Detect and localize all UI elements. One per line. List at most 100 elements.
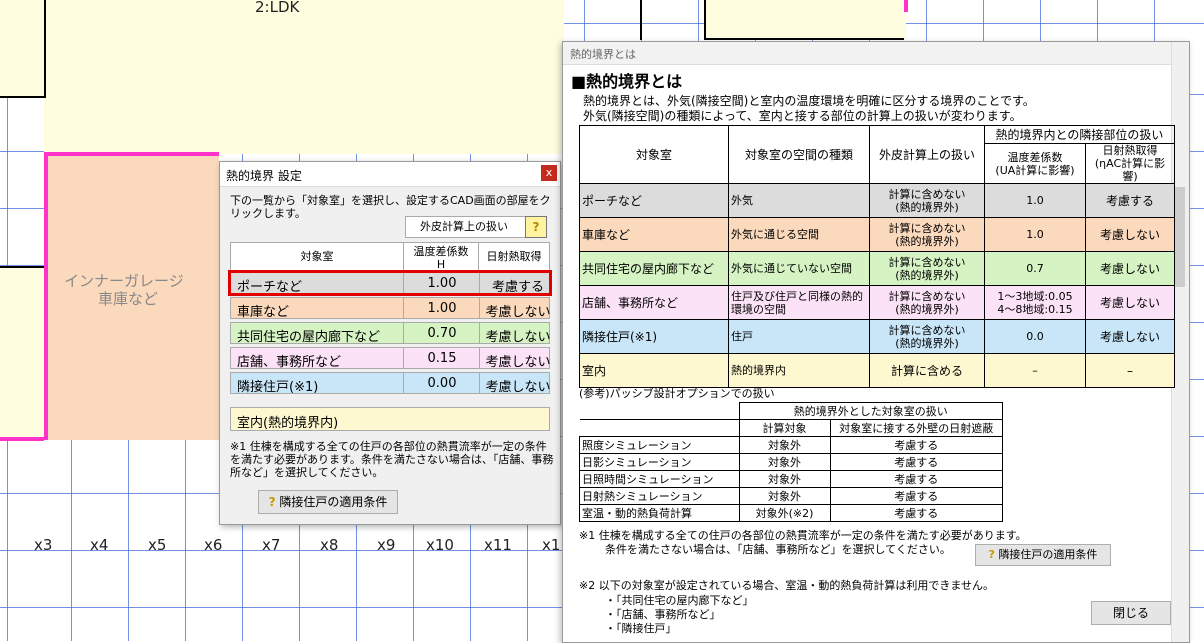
cell-space: 外気に通じていない空間 — [728, 251, 870, 286]
adjacent-conditions-button[interactable]: ? 隣接住戸の適用条件 — [258, 490, 398, 514]
room-type-solar: 考慮しない — [485, 355, 551, 370]
outer-calc-label: 外皮計算上の扱い — [405, 216, 535, 238]
th-outer-calc: 外皮計算上の扱い — [869, 125, 985, 184]
col-header-room-label: 対象室 — [300, 250, 334, 263]
ref-cell-target: 対象外 — [738, 487, 831, 505]
wall — [704, 38, 904, 40]
help-button[interactable]: ? — [525, 216, 547, 238]
cell-calc-1: 計算に含めない — [888, 187, 966, 201]
col-header-temp-coef: 温度差係数 H — [403, 242, 479, 272]
cell-divider — [403, 273, 404, 293]
cell-solar: 考慮しない — [1085, 217, 1175, 252]
room-right-top[interactable] — [706, 0, 906, 40]
boundary-table: 対象室 対象室の空間の種類 外皮計算上の扱い 熱的境界内との隣接部位の扱い 温度… — [579, 125, 1175, 388]
room-type-row[interactable]: 隣接住戸(※1) 0.00 考慮しない — [230, 372, 551, 395]
ref-wall-solar-header: 対象室に接する外壁の日射遮蔽 — [829, 419, 1003, 437]
ref-title: (参考)パッシブ設計オプションでの扱い — [579, 387, 775, 400]
ref-cell-name: 日照時間シミュレーション — [579, 470, 740, 488]
info-titlebar[interactable]: 熱的境界とは — [563, 42, 1189, 65]
boundary-row: 店舗、事務所など 住戸及び住戸と同様の熱的環境の空間 計算に含めない (熱的境界外) 1… — [579, 285, 1175, 320]
th-space-type: 対象室の空間の種類 — [728, 125, 870, 184]
boundary-row: 隣接住戸(※1) 住戸 計算に含めない (熱的境界外) 0.0 考慮しない — [579, 319, 1175, 354]
garage-label-2: 車庫など — [98, 290, 159, 308]
room-label-ldk: 2:LDK — [255, 0, 300, 16]
adjacent-note: ※1 住棟を構成する全ての住戸の各部位の熱貫流率が一定の条件を満たす必要がありま… — [230, 440, 554, 479]
reference-row: 照度シミュレーション 対象外 考慮する — [579, 436, 1003, 454]
cell-room: ポーチなど — [579, 183, 729, 218]
boundary-row: 共同住宅の屋内廊下など 外気に通じていない空間 計算に含めない (熱的境界外) 0.7 考… — [579, 251, 1175, 286]
cell-space: 熱的境界内 — [728, 353, 870, 388]
cell-solar: 考慮しない — [1085, 285, 1175, 320]
room-type-row[interactable]: ポーチなど 1.00 考慮する — [228, 270, 552, 296]
cell-divider — [479, 323, 480, 343]
ref-cell-name: 照度シミュレーション — [579, 436, 740, 454]
ref-cell-solar: 考慮する — [829, 470, 1003, 488]
cell-solar: 考慮しない — [1085, 251, 1175, 286]
axis-tick: x5 — [148, 536, 167, 554]
room-type-name: ポーチなど — [237, 280, 303, 295]
ref-blank — [579, 419, 740, 437]
axis-tick: x9 — [377, 536, 396, 554]
room-type-name: 隣接住戸(※1) — [237, 380, 319, 395]
reference-row: 日影シミュレーション 対象外 考慮する — [579, 453, 1003, 471]
cell-coef: 1.0 — [984, 217, 1086, 252]
cell-calc: 計算に含めない (熱的境界外) — [869, 251, 985, 286]
dialog-titlebar[interactable]: 熱的境界 設定 x — [220, 162, 560, 187]
wall — [44, 0, 46, 98]
ref-calc-target-header: 計算対象 — [738, 419, 831, 437]
wall — [640, 0, 642, 40]
ref-cell-target: 対象外 — [738, 470, 831, 488]
wall — [0, 96, 44, 98]
boundary-row: 室内 熱的境界内 計算に含める – – — [579, 353, 1175, 388]
col-header-solar-label: 日射熱取得 — [486, 250, 542, 263]
ref-cell-name: 日射熱シミュレーション — [579, 487, 740, 505]
cell-divider — [403, 323, 404, 343]
ref-cell-name: 室温・動的熱負荷計算 — [579, 504, 740, 522]
room-type-coef: 0.00 — [427, 376, 457, 391]
room-type-solar: 考慮する — [491, 280, 544, 295]
wall-highlight — [904, 0, 908, 12]
th-temp-coef-label: 温度差係数 — [1007, 150, 1063, 164]
room-type-solar: 考慮しない — [485, 305, 551, 320]
room-type-row[interactable]: 店舗、事務所など 0.15 考慮しない — [230, 347, 551, 370]
cell-divider — [479, 298, 480, 318]
cell-space: 住戸 — [728, 319, 870, 354]
reference-row: 日照時間シミュレーション 対象外 考慮する — [579, 470, 1003, 488]
note-1b: 条件を満たさない場合は、「店舗、事務所など」を選択してください。 — [605, 543, 951, 556]
room-ldk[interactable] — [0, 0, 44, 96]
cell-space: 外気に通じる空間 — [728, 217, 870, 252]
dialog-title: 熱的境界 設定 — [226, 169, 302, 183]
ref-cell-target: 対象外 — [738, 453, 831, 471]
room-upper[interactable] — [44, 0, 564, 154]
thermal-boundary-settings-dialog[interactable]: 熱的境界 設定 x 下の一覧から「対象室」を選択し、設定するCAD画面の部屋をク… — [219, 161, 561, 525]
inside-row-label: 室内(熱的境界内) — [237, 416, 339, 431]
axis-tick: x7 — [262, 536, 281, 554]
ref-cell-target: 対象外 — [738, 436, 831, 454]
cell-calc: 計算に含めない (熱的境界外) — [869, 217, 985, 252]
note-2: ※2 以下の対象室が設定されている場合、室温・動的熱負荷計算は利用できません。 — [579, 579, 995, 592]
room-type-row[interactable]: 車庫など 1.00 考慮しない — [230, 297, 551, 320]
room-left[interactable] — [0, 266, 44, 440]
cell-calc-2: (熱的境界外) — [895, 336, 959, 350]
thermal-boundary-info-window[interactable]: 熱的境界とは ■熱的境界とは 熱的境界とは、外気(隣接空間)と室内の温度環境を明… — [562, 41, 1190, 643]
close-button[interactable]: 閉じる — [1091, 601, 1171, 625]
reference-row: 日射熱シミュレーション 対象外 考慮する — [579, 487, 1003, 505]
ref-cell-target: 対象外(※2) — [738, 504, 831, 522]
room-type-name: 店舗、事務所など — [237, 355, 342, 370]
close-icon[interactable]: x — [541, 165, 557, 181]
room-type-solar: 考慮しない — [485, 380, 551, 395]
ref-cell-solar: 考慮する — [829, 504, 1003, 522]
adjacent-conditions-button-2[interactable]: ? 隣接住戸の適用条件 — [975, 544, 1111, 566]
cell-room: 車庫など — [579, 217, 729, 252]
th-temp-coef-sub: (UA計算に影響) — [995, 163, 1075, 177]
inside-row[interactable]: 室内(熱的境界内) — [230, 407, 550, 431]
cell-calc-1: 計算に含めない — [888, 255, 966, 269]
help-icon: ? — [532, 220, 540, 234]
room-type-solar: 考慮しない — [485, 330, 551, 345]
th-solar-sub: (ηAC計算に影響) — [1094, 157, 1166, 183]
cell-room: 隣接住戸(※1) — [579, 319, 729, 354]
scrollbar-thumb[interactable] — [1175, 187, 1185, 287]
help-icon: ? — [988, 548, 995, 561]
room-type-row[interactable]: 共同住宅の屋内廊下など 0.70 考慮しない — [230, 322, 551, 345]
cell-coef: – — [984, 353, 1086, 388]
